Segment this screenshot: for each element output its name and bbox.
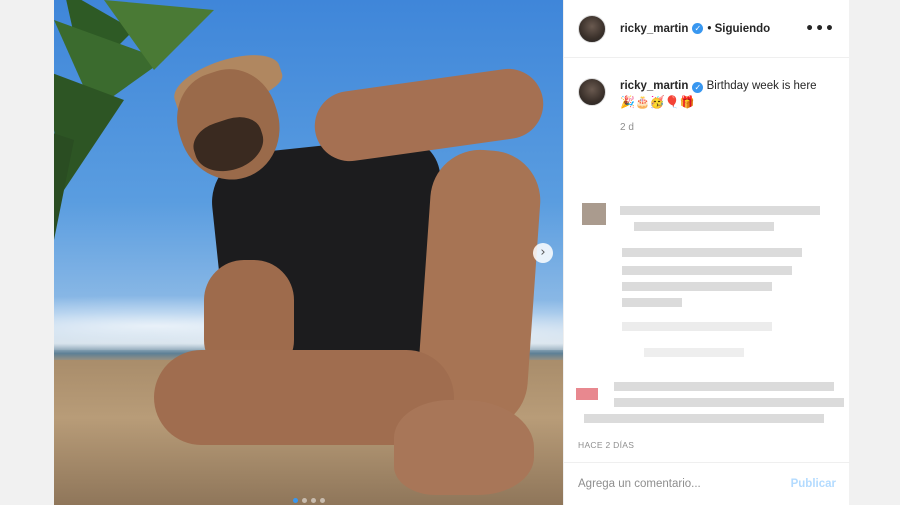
carousel-dot xyxy=(301,498,307,503)
blurred-text xyxy=(614,382,834,391)
verified-icon: ✓ xyxy=(692,23,704,34)
carousel-dot xyxy=(310,498,316,503)
blurred-text xyxy=(644,348,744,357)
caption-age: 2 d xyxy=(620,122,634,133)
caption-text: Birthday week is here xyxy=(706,80,817,92)
carousel-next-icon[interactable]: › xyxy=(533,243,553,263)
post-side-panel: ricky_martin ✓ • Siguiendo ••• ricky_mar… xyxy=(563,0,850,505)
blurred-text xyxy=(622,266,792,275)
avatar[interactable] xyxy=(578,14,606,43)
verified-icon: ✓ xyxy=(692,82,704,93)
carousel-dots xyxy=(54,490,563,505)
publish-button[interactable]: Publicar xyxy=(791,478,836,490)
blurred-text xyxy=(622,282,772,291)
post-timestamp: HACE 2 DÍAS xyxy=(578,440,635,450)
avatar[interactable] xyxy=(578,78,606,106)
blurred-text xyxy=(634,222,774,231)
comment-bar: Publicar xyxy=(564,462,850,505)
carousel-dot xyxy=(292,498,298,503)
comment-input[interactable] xyxy=(578,478,791,490)
more-options-icon[interactable]: ••• xyxy=(805,21,835,37)
blurred-text xyxy=(622,298,682,307)
blurred-text xyxy=(622,322,772,331)
caption-username[interactable]: ricky_martin xyxy=(620,80,688,92)
follow-status[interactable]: • Siguiendo xyxy=(707,23,770,35)
carousel-dot xyxy=(319,498,325,503)
blurred-text xyxy=(622,248,802,257)
person-foot xyxy=(394,400,534,495)
blurred-avatar xyxy=(582,203,606,225)
caption: ricky_martin ✓ Birthday week is here 🎉🎂🥳🎈… xyxy=(578,78,838,111)
caption-body: ricky_martin ✓ Birthday week is here 🎉🎂🥳🎈… xyxy=(620,78,817,111)
blurred-avatar xyxy=(576,388,598,400)
instagram-post-view: › ricky_martin ✓ • Siguiendo ••• ricky_m… xyxy=(0,0,900,505)
caption-emojis: 🎉🎂🥳🎈🎁 xyxy=(620,95,695,109)
blurred-text xyxy=(620,206,820,215)
post-header: ricky_martin ✓ • Siguiendo ••• xyxy=(564,0,849,58)
post-photo[interactable]: › xyxy=(54,0,563,505)
blurred-text xyxy=(584,414,824,423)
header-username[interactable]: ricky_martin xyxy=(620,23,688,35)
blurred-text xyxy=(614,398,844,407)
